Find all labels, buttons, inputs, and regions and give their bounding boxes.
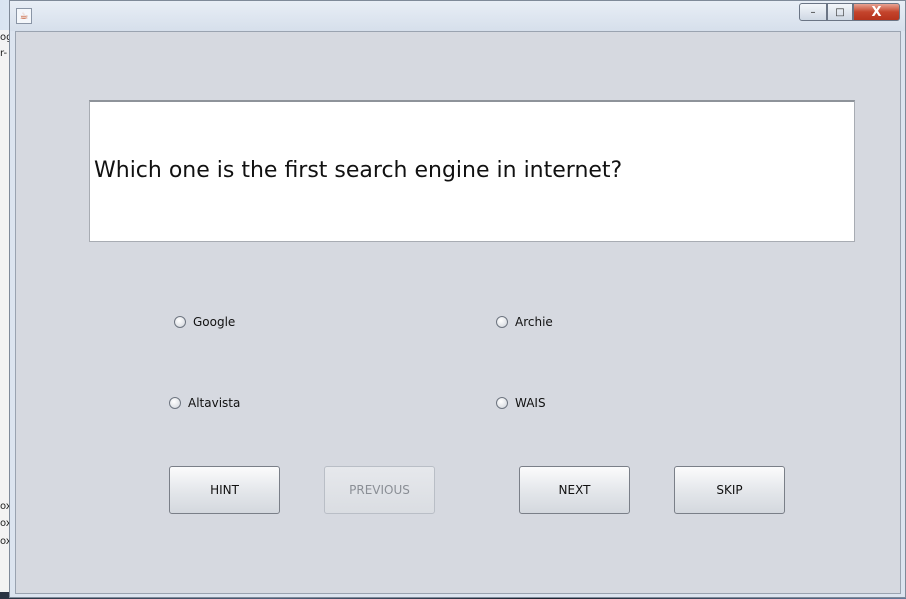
radio-button[interactable] xyxy=(496,316,508,328)
option-label: Google xyxy=(193,315,236,329)
minimize-button[interactable]: – xyxy=(799,3,827,21)
java-app-icon[interactable]: ☕ xyxy=(16,8,32,24)
radio-button[interactable] xyxy=(169,397,181,409)
option-altavista[interactable]: Altavista xyxy=(169,395,240,411)
question-text: Which one is the first search engine in … xyxy=(94,158,623,183)
option-wais[interactable]: WAIS xyxy=(496,395,546,411)
quiz-window: ☕ – □ X Which one is the first search en… xyxy=(9,0,906,598)
title-bar[interactable]: ☕ – □ X xyxy=(10,1,905,31)
radio-button[interactable] xyxy=(496,397,508,409)
option-google[interactable]: Google xyxy=(174,314,235,330)
skip-button[interactable]: SKIP xyxy=(674,466,785,514)
option-label: Archie xyxy=(515,315,553,329)
previous-button[interactable]: PREVIOUS xyxy=(324,466,435,514)
close-button[interactable]: X xyxy=(853,3,900,21)
radio-button[interactable] xyxy=(174,316,186,328)
hint-button[interactable]: HINT xyxy=(169,466,280,514)
quiz-panel: Which one is the first search engine in … xyxy=(15,31,901,594)
option-label: WAIS xyxy=(515,396,546,410)
next-button[interactable]: NEXT xyxy=(519,466,630,514)
background-text-fragment: r- xyxy=(0,48,8,59)
option-label: Altavista xyxy=(188,396,241,410)
question-box: Which one is the first search engine in … xyxy=(89,100,855,242)
option-archie[interactable]: Archie xyxy=(496,314,553,330)
maximize-button[interactable]: □ xyxy=(827,3,853,21)
